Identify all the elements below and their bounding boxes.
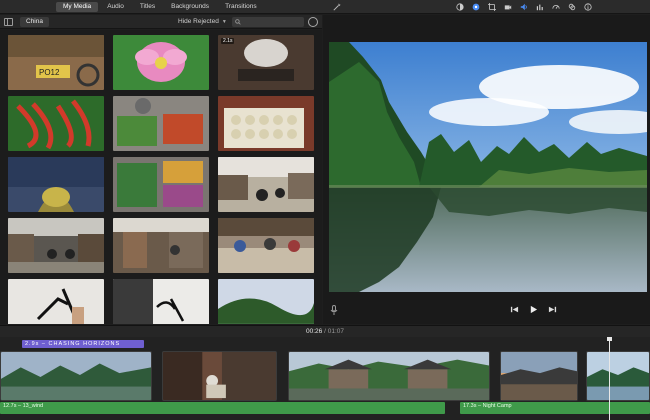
sidebar-toggle-icon[interactable]	[4, 18, 13, 26]
media-thumbnail[interactable]	[113, 279, 209, 324]
timeline-clip[interactable]	[162, 351, 277, 401]
media-thumbnail[interactable]	[113, 218, 209, 273]
media-thumbnail[interactable]	[218, 279, 314, 324]
filter-dropdown[interactable]: Hide Rejected ▼	[178, 17, 227, 27]
media-thumbnail[interactable]	[113, 35, 209, 90]
media-thumbnail[interactable]	[218, 96, 314, 151]
color-balance-icon[interactable]	[455, 2, 465, 12]
volume-icon[interactable]	[519, 2, 529, 12]
audio-clip[interactable]: 17.3s – Night Camp	[460, 402, 650, 414]
browser-bar: China Hide Rejected ▼	[0, 15, 322, 29]
search-icon	[235, 19, 241, 25]
time-separator: /	[324, 328, 326, 335]
magic-wand-icon[interactable]	[332, 2, 342, 12]
stabilization-icon[interactable]	[503, 2, 513, 12]
audio-clip[interactable]: 12.7s – 13_wind	[0, 402, 445, 414]
color-correction-icon[interactable]	[471, 2, 481, 12]
playback-controls	[510, 305, 557, 314]
media-thumbnail[interactable]	[218, 157, 314, 212]
timeline[interactable]: 2.9s – CHASING HORIZONS 12.7s – 13_wind …	[0, 337, 650, 420]
skip-forward-icon[interactable]	[548, 305, 557, 314]
adjustment-icons	[455, 2, 593, 12]
settings-gear-icon[interactable]	[308, 17, 318, 27]
svg-text:PO12: PO12	[39, 68, 60, 77]
media-thumbnail[interactable]	[113, 96, 209, 151]
timeline-clip[interactable]	[586, 351, 650, 401]
media-tabs: My Media Audio Titles Backgrounds Transi…	[56, 2, 264, 12]
media-thumbnail[interactable]	[113, 157, 209, 212]
play-icon[interactable]	[529, 305, 538, 314]
current-time: 00:26	[306, 328, 323, 335]
equalizer-icon[interactable]	[535, 2, 545, 12]
tab-audio[interactable]: Audio	[100, 2, 131, 12]
media-thumbnail[interactable]: 2.1s	[218, 35, 314, 90]
tab-transitions[interactable]: Transitions	[218, 2, 264, 12]
timeline-clip[interactable]	[288, 351, 490, 401]
skip-back-icon[interactable]	[510, 305, 519, 314]
speed-icon[interactable]	[551, 2, 561, 12]
timeline-clip[interactable]	[500, 351, 578, 401]
tab-backgrounds[interactable]: Backgrounds	[164, 2, 216, 12]
media-browser-grid: PO12 2.1s	[0, 30, 322, 324]
video-preview[interactable]	[329, 42, 647, 292]
media-thumbnail[interactable]	[8, 218, 104, 273]
search-input[interactable]	[232, 17, 304, 27]
top-toolbar: My Media Audio Titles Backgrounds Transi…	[0, 0, 650, 14]
media-thumbnail[interactable]	[218, 218, 314, 273]
media-thumbnail[interactable]: PO12	[8, 35, 104, 90]
clip-duration-badge: 2.1s	[221, 38, 235, 44]
viewer-panel	[323, 15, 650, 324]
title-clip[interactable]: 2.9s – CHASING HORIZONS	[22, 340, 144, 348]
filter-label: Hide Rejected	[178, 18, 219, 25]
crop-icon[interactable]	[487, 2, 497, 12]
media-thumbnail[interactable]	[8, 96, 104, 151]
microphone-icon[interactable]	[330, 305, 338, 315]
total-time: 01:07	[327, 328, 344, 335]
playhead[interactable]	[607, 337, 612, 420]
timecode-bar: 00:26 / 01:07	[0, 325, 650, 337]
filter-icon[interactable]	[567, 2, 577, 12]
media-thumbnail[interactable]	[8, 157, 104, 212]
info-icon[interactable]	[583, 2, 593, 12]
album-name[interactable]: China	[20, 17, 49, 27]
tab-titles[interactable]: Titles	[133, 2, 162, 12]
tab-my-media[interactable]: My Media	[56, 2, 99, 12]
timeline-clip[interactable]	[0, 351, 152, 401]
chevron-down-icon: ▼	[221, 19, 227, 25]
media-thumbnail[interactable]	[8, 279, 104, 324]
